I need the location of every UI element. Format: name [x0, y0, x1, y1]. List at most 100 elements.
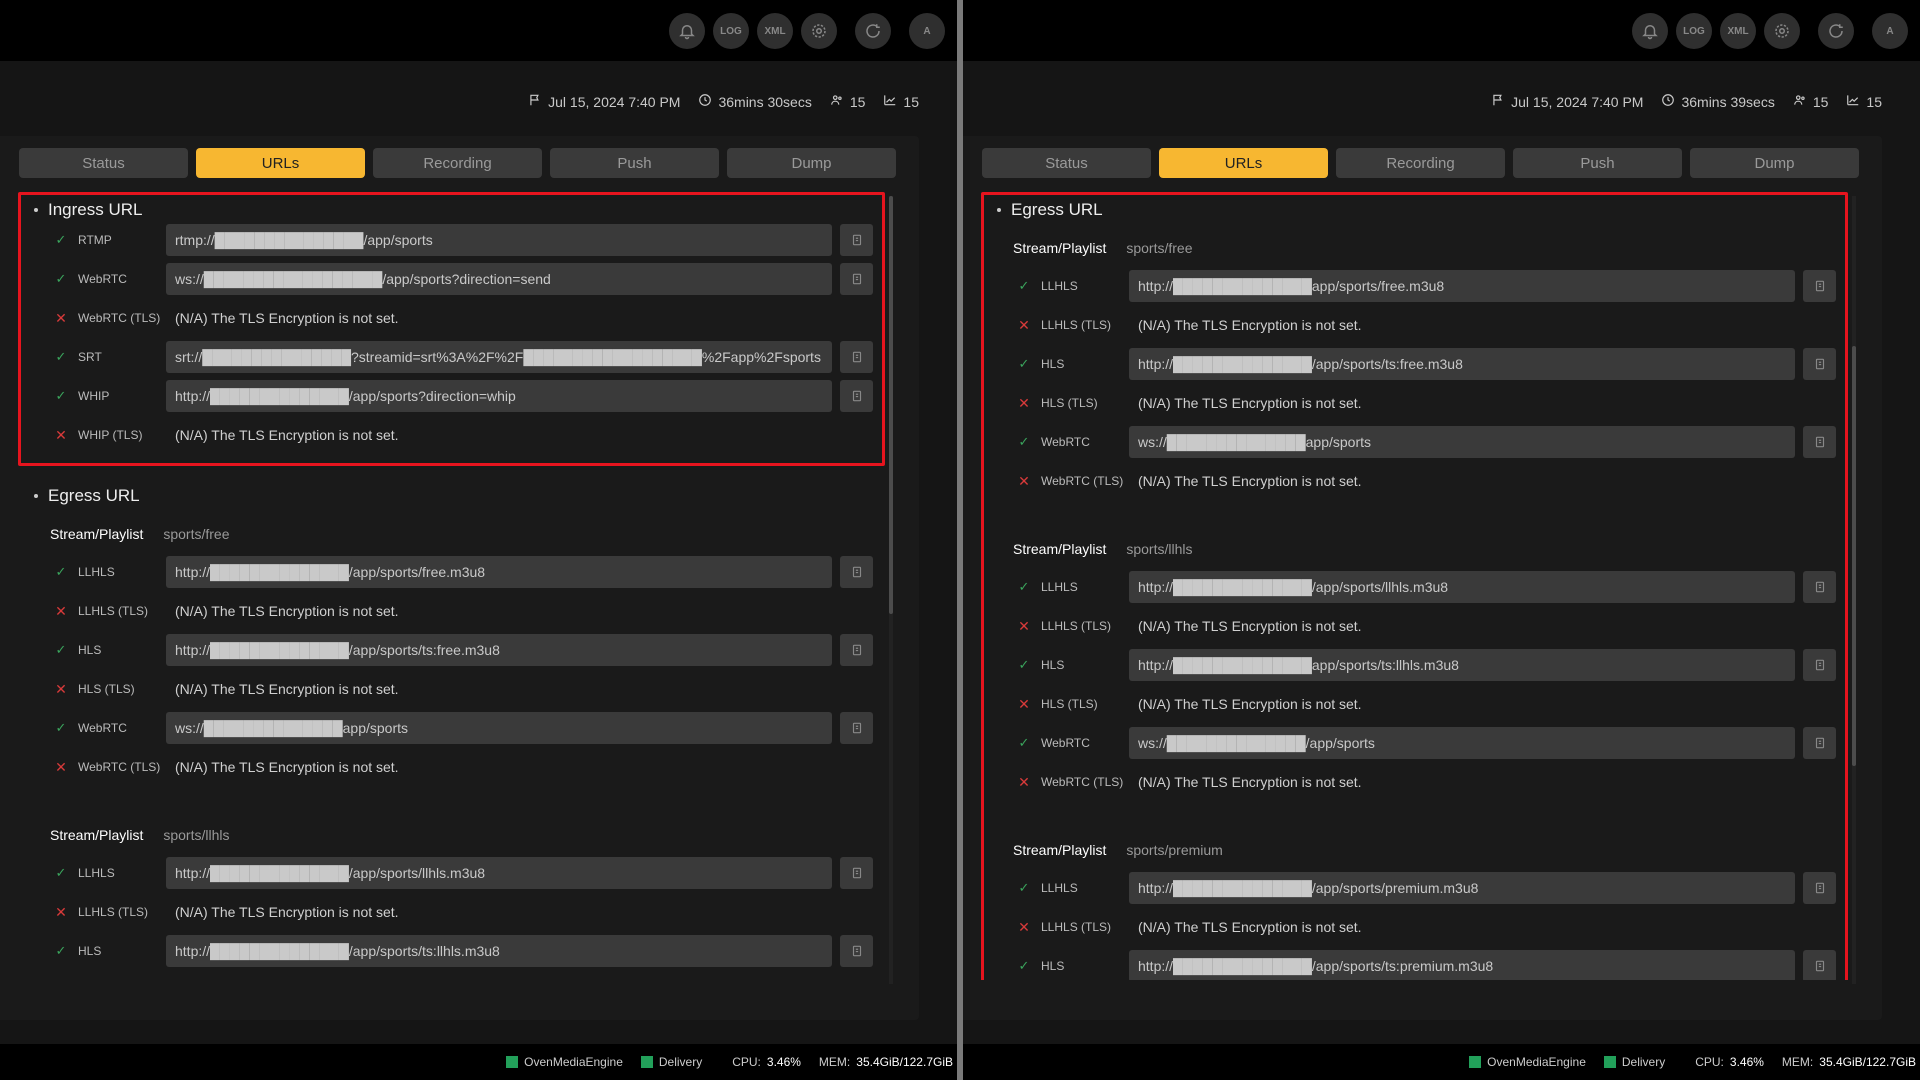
url-field[interactable]: http://██████████████app/sports/free.m3u…	[1129, 270, 1795, 302]
copy-button[interactable]	[1803, 571, 1836, 603]
url-field[interactable]: ws://██████████████████/app/sports?direc…	[166, 263, 832, 295]
copy-button[interactable]	[840, 380, 873, 412]
copy-button[interactable]	[840, 935, 873, 967]
url-row: ✓ HLS http://██████████████/app/sports/ts:…	[0, 634, 880, 666]
url-field[interactable]: http://██████████████/app/sports/ts:free…	[166, 634, 832, 666]
bullet-icon	[34, 208, 38, 212]
url-field[interactable]: http://██████████████app/sports/ts:llhls…	[1129, 649, 1795, 681]
tab-dump[interactable]: Dump	[727, 148, 896, 178]
xml-icon-text: XML	[1727, 25, 1749, 37]
protocol-label: WebRTC (TLS)	[1041, 474, 1124, 488]
copy-button[interactable]	[840, 556, 873, 588]
url-row: ✓ LLHLS http://██████████████/app/sports/f…	[0, 556, 880, 588]
log-icon[interactable]: LOG	[1676, 13, 1712, 49]
url-field[interactable]: http://██████████████/app/sports/llhls.m…	[1129, 571, 1795, 603]
log-icon-text: LOG	[720, 25, 742, 37]
url-list[interactable]: Ingress URL ✓ RTMP rtmp://███████████████/a…	[0, 192, 919, 980]
copy-button[interactable]	[840, 857, 873, 889]
scrollbar[interactable]	[1852, 196, 1856, 984]
copy-button[interactable]	[1803, 872, 1836, 904]
scrollbar[interactable]	[889, 196, 893, 984]
check-icon: ✓	[1018, 735, 1030, 750]
copy-button[interactable]	[1803, 426, 1836, 458]
url-field[interactable]: http://██████████████/app/sports/ts:prem…	[1129, 950, 1795, 980]
gear-icon[interactable]	[801, 13, 837, 49]
url-field[interactable]: http://██████████████/app/sports/llhls.m…	[166, 857, 832, 889]
scrollbar-thumb[interactable]	[1852, 346, 1856, 766]
bell-icon[interactable]	[1632, 13, 1668, 49]
copy-button[interactable]	[1803, 950, 1836, 980]
protocol-label: HLS (TLS)	[1041, 396, 1098, 410]
xml-icon[interactable]: XML	[1720, 13, 1756, 49]
url-field[interactable]: ws://██████████████app/sports	[1129, 426, 1795, 458]
url-field[interactable]: srt://███████████████?streamid=srt%3A%2F…	[166, 341, 832, 373]
bullet-icon	[34, 494, 38, 498]
cross-icon: ✕	[55, 903, 67, 920]
url-row: ✕ WebRTC (TLS) (N/A) The TLS Encryption is…	[963, 766, 1843, 798]
delivery-label: Delivery	[1621, 1055, 1666, 1069]
url-field[interactable]: rtmp://███████████████/app/sports	[166, 224, 832, 256]
tab-urls[interactable]: URLs	[196, 148, 365, 178]
copy-button[interactable]	[840, 263, 873, 295]
copy-button[interactable]	[840, 224, 873, 256]
url-row: ✓ SRT srt://███████████████?streamid=srt%3…	[0, 341, 880, 373]
uptime: 36mins 39secs	[1681, 93, 1775, 110]
copy-button[interactable]	[1803, 727, 1836, 759]
copy-button[interactable]	[1803, 649, 1836, 681]
clock-icon	[698, 93, 712, 110]
bell-icon[interactable]	[669, 13, 705, 49]
gear-icon[interactable]	[1764, 13, 1800, 49]
na-message: (N/A) The TLS Encryption is not set.	[1138, 395, 1362, 411]
xml-icon[interactable]: XML	[757, 13, 793, 49]
tab-push[interactable]: Push	[1513, 148, 1682, 178]
url-row: ✓ WebRTC ws://██████████████app/sports	[963, 426, 1843, 458]
engine-label: OvenMediaEngine	[1487, 1055, 1586, 1069]
tab-push[interactable]: Push	[550, 148, 719, 178]
url-row: ✕ WebRTC (TLS) (N/A) The TLS Encryption is…	[0, 751, 880, 783]
egress-title-text: Egress URL	[48, 486, 140, 505]
tab-recording[interactable]: Recording	[373, 148, 542, 178]
na-message: (N/A) The TLS Encryption is not set.	[1138, 696, 1362, 712]
stream-playlist-label: Stream/Playlist	[50, 526, 144, 542]
tab-urls[interactable]: URLs	[1159, 148, 1328, 178]
url-field[interactable]: http://██████████████/app/sports/ts:free…	[1129, 348, 1795, 380]
log-icon[interactable]: LOG	[713, 13, 749, 49]
copy-button[interactable]	[840, 634, 873, 666]
url-field[interactable]: http://██████████████/app/sports/premium…	[1129, 872, 1795, 904]
users-icon	[830, 93, 844, 110]
check-icon: ✓	[1018, 657, 1030, 672]
copy-button[interactable]	[1803, 270, 1836, 302]
engine-status-square	[506, 1056, 519, 1068]
copy-button[interactable]	[840, 341, 873, 373]
url-field[interactable]: ws://██████████████/app/sports	[1129, 727, 1795, 759]
url-list[interactable]: Egress URL Stream/Playlist sports/free ✓ LLH…	[963, 192, 1882, 980]
sync-icon[interactable]	[855, 13, 891, 49]
avatar[interactable]: A	[909, 13, 945, 49]
stream-playlist-name: sports/premium	[1126, 842, 1223, 858]
avatar[interactable]: A	[1872, 13, 1908, 49]
url-field[interactable]: http://██████████████/app/sports/free.m3…	[166, 556, 832, 588]
na-message: (N/A) The TLS Encryption is not set.	[175, 310, 399, 326]
copy-button[interactable]	[1803, 348, 1836, 380]
tab-status[interactable]: Status	[982, 148, 1151, 178]
scrollbar-thumb[interactable]	[889, 196, 893, 614]
check-icon: ✓	[55, 943, 67, 958]
delivery-status-square	[1603, 1056, 1616, 1068]
xml-icon-text: XML	[764, 25, 786, 37]
tab-recording[interactable]: Recording	[1336, 148, 1505, 178]
tab-status[interactable]: Status	[19, 148, 188, 178]
url-field[interactable]: http://██████████████/app/sports?directi…	[166, 380, 832, 412]
sync-icon[interactable]	[1818, 13, 1854, 49]
url-field[interactable]: http://██████████████/app/sports/ts:llhl…	[166, 935, 832, 967]
check-icon: ✓	[55, 720, 67, 735]
url-row: ✕HLS (TLS)(N/A) The TLS Encryption is no…	[0, 974, 880, 980]
egress-title-text: Egress URL	[1011, 200, 1103, 219]
protocol-label: WebRTC (TLS)	[1041, 775, 1124, 789]
url-row: ✕ LLHLS (TLS) (N/A) The TLS Encryption is …	[0, 896, 880, 928]
url-row: ✕ WHIP (TLS) (N/A) The TLS Encryption is n…	[0, 419, 880, 451]
copy-button[interactable]	[840, 712, 873, 744]
protocol-label: WebRTC (TLS)	[78, 760, 161, 774]
tab-dump[interactable]: Dump	[1690, 148, 1859, 178]
stream-playlist-header: Stream/Playlist sports/premium	[1013, 842, 1223, 858]
url-field[interactable]: ws://██████████████app/sports	[166, 712, 832, 744]
